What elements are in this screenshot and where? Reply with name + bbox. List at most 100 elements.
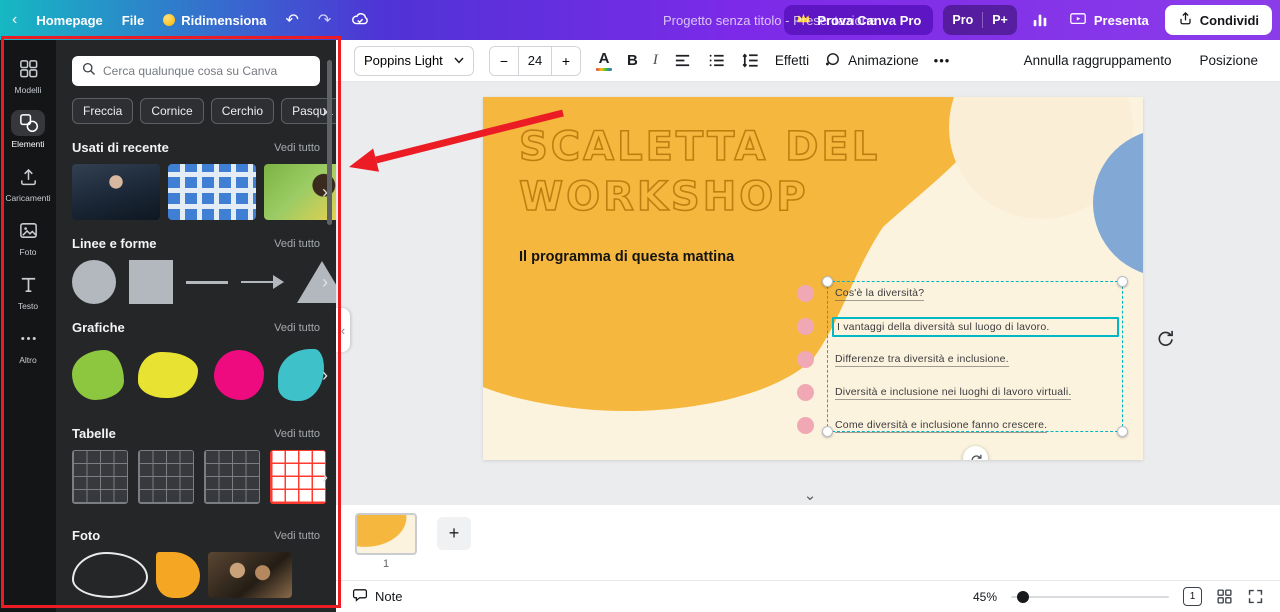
recent-thumb-keyboard[interactable]: [168, 164, 256, 220]
agenda-item[interactable]: Diversità e inclusione nei luoghi di lav…: [797, 376, 1119, 409]
sidebar-item-elementi[interactable]: Elementi: [0, 102, 56, 156]
ungroup-button[interactable]: Annulla raggruppamento: [1024, 53, 1172, 68]
graphic-pink-blob[interactable]: [214, 350, 264, 400]
agenda-text[interactable]: Diversità e inclusione nei luoghi di lav…: [835, 386, 1071, 400]
pages-count-button[interactable]: 1: [1183, 587, 1202, 606]
see-all-recent[interactable]: Vedi tutto: [274, 142, 320, 154]
share-button[interactable]: Condividi: [1165, 5, 1272, 35]
shape-arrow[interactable]: [241, 275, 284, 289]
more-options-button[interactable]: •••: [934, 53, 951, 68]
sidebar-item-altro[interactable]: Altro: [0, 318, 56, 372]
see-all-lines[interactable]: Vedi tutto: [274, 238, 320, 250]
font-size-value[interactable]: 24: [518, 47, 552, 75]
tables-chevron-right-icon[interactable]: ›: [322, 468, 328, 486]
collapse-toolbar-chevron-icon[interactable]: ⌄: [798, 486, 822, 504]
agenda-item[interactable]: Come diversità e inclusione fanno cresce…: [797, 409, 1119, 442]
animate-button[interactable]: Animazione: [824, 51, 919, 71]
chip-cerchio[interactable]: Cerchio: [211, 98, 274, 124]
canvas-area[interactable]: SCALETTA DEL WORKSHOP Il programma di qu…: [336, 82, 1280, 505]
zoom-slider-knob[interactable]: [1017, 591, 1029, 603]
position-button[interactable]: Posizione: [1199, 53, 1258, 68]
chip-cornice[interactable]: Cornice: [140, 98, 203, 124]
bullet-dot[interactable]: [797, 384, 814, 401]
agenda-item-selected[interactable]: I vantaggi della diversità sul luogo di …: [797, 310, 1119, 343]
document-title[interactable]: Progetto senza titolo - Presentazione: [663, 13, 876, 28]
font-family-select[interactable]: Poppins Light: [354, 46, 474, 76]
bullet-dot[interactable]: [797, 318, 814, 335]
recent-thumb-businessman[interactable]: [72, 164, 160, 220]
spacing-button[interactable]: [741, 51, 760, 70]
shape-circle[interactable]: [72, 260, 116, 304]
back-chevron-icon[interactable]: ‹: [12, 11, 17, 29]
fullscreen-icon[interactable]: [1247, 588, 1264, 605]
photo-item-1[interactable]: [72, 552, 148, 598]
selection-handle-top-left[interactable]: [822, 276, 833, 287]
photo-item-3[interactable]: [208, 552, 292, 598]
homepage-link[interactable]: Homepage: [36, 13, 102, 28]
effects-button[interactable]: Effetti: [775, 53, 809, 68]
regenerate-icon[interactable]: [1152, 324, 1178, 350]
resize-menu[interactable]: Ridimensiona: [163, 13, 266, 28]
list-button[interactable]: [707, 51, 726, 70]
present-button[interactable]: Presenta: [1063, 11, 1155, 30]
table-template-2[interactable]: [138, 450, 194, 504]
slide-subtitle[interactable]: Il programma di questa mattina: [519, 249, 734, 265]
selected-text-box[interactable]: I vantaggi della diversità sul luogo di …: [832, 317, 1119, 337]
graphic-yellow-blob[interactable]: [138, 352, 198, 398]
see-all-photos[interactable]: Vedi tutto: [274, 530, 320, 542]
bullet-dot[interactable]: [797, 285, 814, 302]
sidebar-item-caricamenti[interactable]: Caricamenti: [0, 156, 56, 210]
photo-item-2[interactable]: [156, 552, 200, 598]
table-template-red[interactable]: [270, 450, 326, 504]
italic-button[interactable]: I: [653, 52, 658, 69]
graphics-chevron-right-icon[interactable]: ›: [322, 366, 328, 384]
shape-line[interactable]: [186, 281, 228, 284]
font-size-decrease-button[interactable]: −: [490, 47, 518, 75]
agenda-item[interactable]: Differenze tra diversità e inclusione.: [797, 343, 1119, 376]
agenda-text[interactable]: Come diversità e inclusione fanno cresce…: [835, 419, 1047, 433]
selection-handle-bottom-left[interactable]: [822, 426, 833, 437]
panel-scrollbar[interactable]: [327, 60, 332, 225]
sidebar-item-modelli[interactable]: Modelli: [0, 48, 56, 102]
graphic-green-blob[interactable]: [72, 350, 124, 400]
table-template-1[interactable]: [72, 450, 128, 504]
see-all-graphics[interactable]: Vedi tutto: [274, 322, 320, 334]
search-input[interactable]: [103, 64, 311, 78]
agenda-text[interactable]: Differenze tra diversità e inclusione.: [835, 353, 1009, 367]
agenda-text[interactable]: Cos'è la diversità?: [835, 287, 924, 301]
bold-button[interactable]: B: [627, 52, 638, 69]
notes-button[interactable]: Note: [352, 587, 402, 606]
selection-handle-top-right[interactable]: [1117, 276, 1128, 287]
font-size-increase-button[interactable]: +: [552, 47, 580, 75]
shape-square[interactable]: [129, 260, 173, 304]
page-thumbnail[interactable]: [355, 513, 417, 555]
invite-member-badge[interactable]: P+: [983, 5, 1017, 35]
graphic-teal-blob[interactable]: [278, 349, 324, 401]
pro-badge[interactable]: Pro: [943, 5, 982, 35]
grid-view-icon[interactable]: [1216, 588, 1233, 605]
sidebar-item-foto[interactable]: Foto: [0, 210, 56, 264]
cloud-saved-icon: [350, 9, 370, 32]
zoom-slider[interactable]: [1011, 596, 1169, 598]
see-all-tables[interactable]: Vedi tutto: [274, 428, 320, 440]
shapes-chevron-right-icon[interactable]: ›: [322, 273, 328, 291]
text-align-button[interactable]: [673, 51, 692, 70]
table-template-3[interactable]: [204, 450, 260, 504]
pro-badges[interactable]: Pro P+: [943, 5, 1016, 35]
bullet-dot[interactable]: [797, 351, 814, 368]
panel-collapse-tab[interactable]: ‹: [336, 308, 350, 352]
agenda-item[interactable]: Cos'è la diversità?: [797, 277, 1119, 310]
chip-freccia[interactable]: Freccia: [72, 98, 133, 124]
shape-triangle[interactable]: [297, 261, 336, 303]
insights-chart-icon[interactable]: [1027, 7, 1053, 33]
add-page-button[interactable]: +: [437, 517, 471, 550]
bullet-dot[interactable]: [797, 417, 814, 434]
sidebar-item-testo[interactable]: Testo: [0, 264, 56, 318]
slide[interactable]: SCALETTA DEL WORKSHOP Il programma di qu…: [483, 97, 1143, 460]
undo-icon[interactable]: ↶: [285, 10, 298, 30]
redo-icon[interactable]: ↷: [318, 10, 331, 30]
selection-handle-bottom-right[interactable]: [1117, 426, 1128, 437]
slide-title[interactable]: SCALETTA DEL WORKSHOP: [519, 123, 880, 222]
file-menu[interactable]: File: [122, 13, 144, 28]
text-color-button[interactable]: A: [596, 51, 612, 71]
